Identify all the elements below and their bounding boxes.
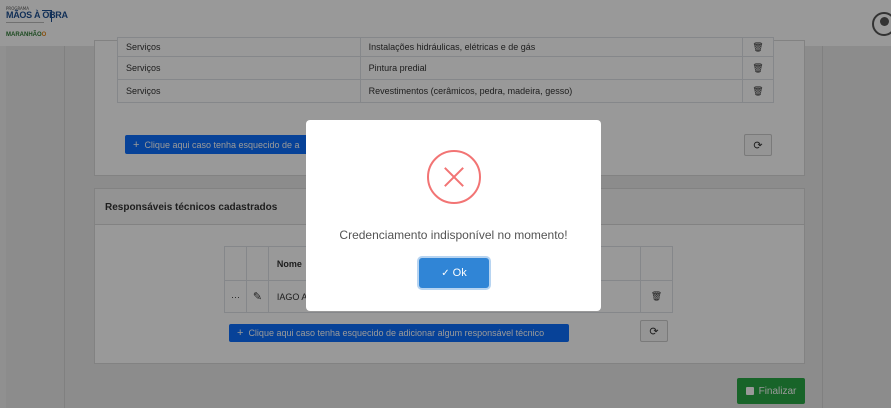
ok-label: Ok xyxy=(452,267,467,279)
ok-button[interactable]: ✓ Ok xyxy=(419,258,489,288)
error-x-icon xyxy=(427,150,481,204)
modal-message: Credenciamento indisponível no momento! xyxy=(339,228,568,242)
check-icon: ✓ xyxy=(441,267,450,279)
alert-modal: Credenciamento indisponível no momento! … xyxy=(306,120,601,311)
